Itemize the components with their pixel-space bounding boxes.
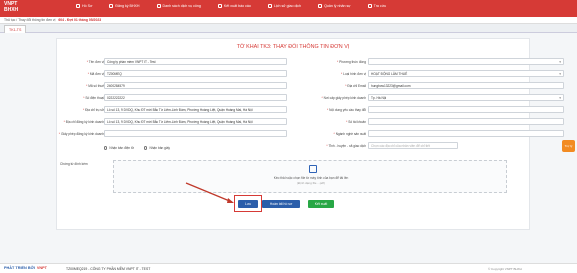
help-widget[interactable]: Trợ lý (562, 140, 575, 152)
footer-company: TZ00MEQ219 - CÔNG TY PHẦN MỀM VNPT IT - … (66, 267, 151, 271)
footer-copyright: © Copyright VNPT BHXH (488, 267, 522, 271)
annotation-arrow (185, 182, 234, 203)
footer: PHẦT TRIỂN BỞI VNPT TZ00MEQ219 - CÔNG TY … (0, 263, 577, 273)
footer-brand: PHẦT TRIỂN BỞI VNPT (4, 266, 48, 270)
